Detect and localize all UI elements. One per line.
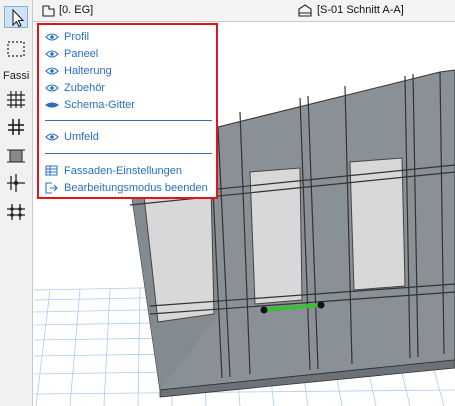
arrow-pointer-icon[interactable] <box>4 6 28 28</box>
floor-plan-icon <box>42 4 55 20</box>
menu-item-fassaden-einstellungen[interactable]: Fassaden-Einstellungen <box>45 163 182 178</box>
menu-item-profil[interactable]: Profil <box>45 29 89 44</box>
menu-item-bearbeitungsmodus-beenden[interactable]: Bearbeitungsmodus beenden <box>45 180 208 195</box>
menu-item-umfeld[interactable]: Umfeld <box>45 129 99 144</box>
exit-icon <box>45 181 59 194</box>
toolbox: Fassi <box>0 0 33 406</box>
junction-icon[interactable] <box>4 172 28 194</box>
curtain-wall-context-menu: Profil Paneel Halterung Zubehör Schema-G… <box>37 23 218 199</box>
section-tab[interactable]: [S-01 Schnitt A-A] <box>317 4 404 16</box>
eye-icon <box>45 82 59 94</box>
frame-icon[interactable] <box>4 116 28 138</box>
frame-endpoint-right <box>317 301 325 309</box>
curtain-wall-grid-icon[interactable] <box>4 88 28 110</box>
menu-separator <box>45 120 212 121</box>
accessory-icon[interactable] <box>4 201 28 223</box>
eye-closed-icon <box>45 99 59 111</box>
frame-endpoint-left <box>260 306 268 314</box>
eye-icon <box>45 131 59 143</box>
eye-icon <box>45 65 59 77</box>
toolbox-section-label: Fassi <box>3 70 30 82</box>
menu-item-halterung[interactable]: Halterung <box>45 63 112 78</box>
view-tab-bar: [0. EG] [S-01 Schnitt A-A] <box>33 0 455 22</box>
menu-separator <box>45 153 212 154</box>
table-settings-icon <box>45 165 59 177</box>
panel-icon[interactable] <box>4 145 28 167</box>
eye-icon <box>45 31 59 43</box>
eye-icon <box>45 48 59 60</box>
story-tab[interactable]: [0. EG] <box>59 4 93 16</box>
menu-item-zubehoer[interactable]: Zubehör <box>45 80 105 95</box>
menu-item-schema-gitter[interactable]: Schema-Gitter <box>45 97 135 112</box>
section-view-icon <box>298 4 312 20</box>
marquee-icon[interactable] <box>4 38 28 60</box>
menu-item-paneel[interactable]: Paneel <box>45 46 98 61</box>
